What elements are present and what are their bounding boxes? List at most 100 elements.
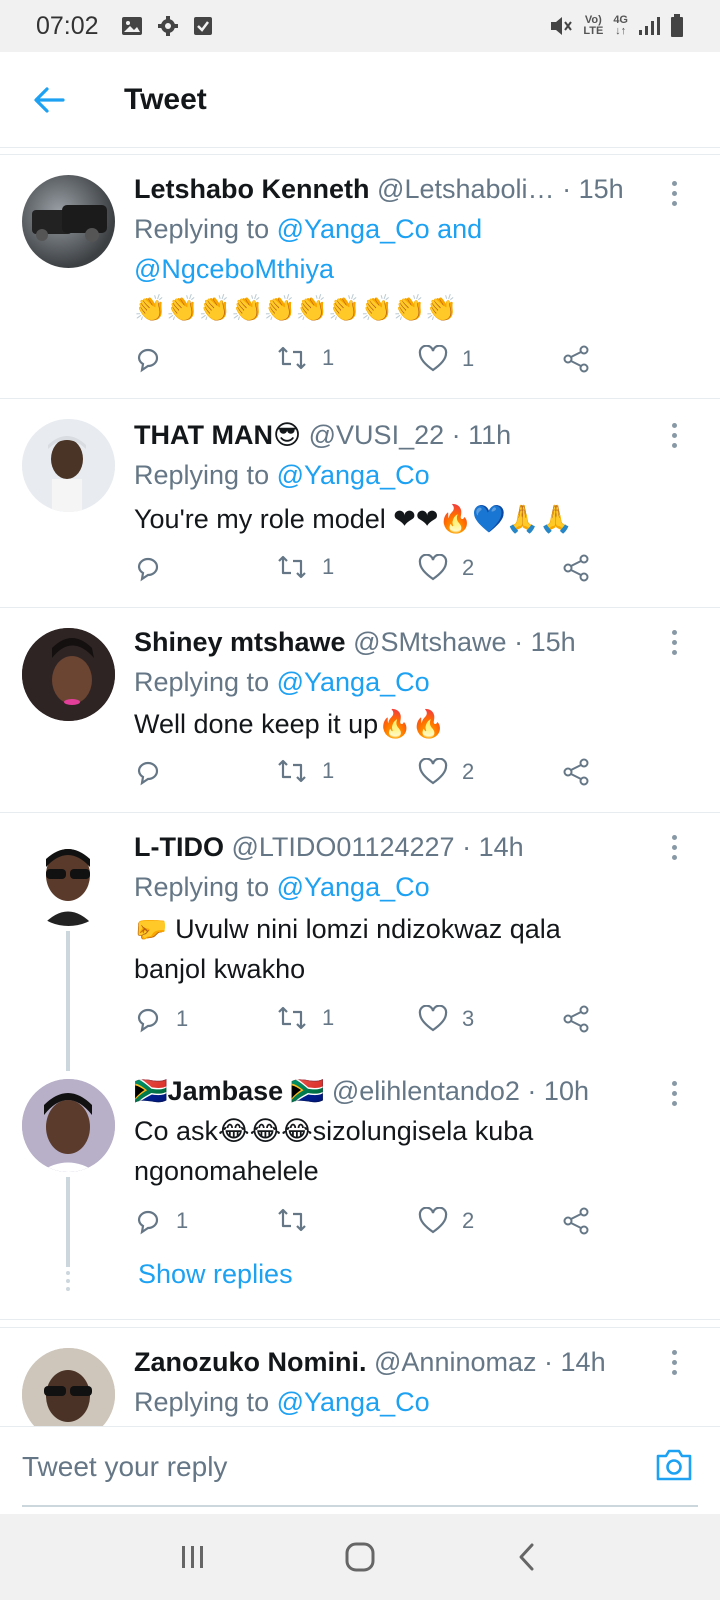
retweet-button[interactable] [276, 1207, 322, 1233]
share-icon [563, 554, 589, 582]
mention-link[interactable]: @Yanga_Co [277, 667, 430, 697]
tweet-text: 🤛 Uvulw nini lomzi ndizokwaz qala [134, 914, 561, 944]
mention-link[interactable]: @Yanga_Co [277, 460, 430, 490]
author-handle[interactable]: @Letshaboli… [377, 174, 555, 204]
reply-button[interactable] [134, 554, 176, 582]
retweet-count: 1 [322, 345, 335, 370]
camera-button[interactable] [654, 1447, 698, 1491]
like-icon [418, 554, 448, 581]
more-icon[interactable] [670, 1350, 678, 1375]
show-replies-link[interactable]: Show replies [138, 1259, 293, 1290]
tweet-text: banjol kwakho [134, 954, 306, 984]
author-handle[interactable]: @Anninomaz [374, 1347, 537, 1377]
author-name[interactable]: 🇿🇦Jambase 🇿🇦 [134, 1076, 324, 1106]
tweet-text: ngonomahelele [134, 1156, 319, 1186]
mute-icon [551, 17, 573, 35]
like-icon [418, 345, 448, 372]
more-icon[interactable] [670, 181, 678, 206]
like-button[interactable]: 2 [418, 554, 474, 582]
like-icon [418, 1005, 448, 1032]
tweet-item[interactable]: THAT MAN😎 @VUSI_22 · 11h Replying to @Ya… [0, 399, 720, 608]
author-handle[interactable]: @LTIDO01124227 [232, 832, 455, 862]
checkbox-notification-icon [193, 17, 212, 35]
back-nav-button[interactable] [497, 1527, 557, 1587]
avatar[interactable] [22, 1348, 115, 1426]
retweet-button[interactable]: 1 [276, 345, 334, 371]
gallery-icon [121, 17, 142, 35]
tweet-text: You're my role model ❤❤🔥💙🙏🙏 [134, 504, 574, 534]
tweet-text: 👏👏👏👏👏👏👏👏👏👏 [134, 294, 458, 324]
share-button[interactable] [562, 1207, 590, 1235]
more-icon[interactable] [670, 835, 678, 860]
share-button[interactable] [562, 554, 590, 582]
thread[interactable]: L-TIDO @LTIDO01124227 · 14h Replying to … [0, 813, 720, 1320]
back-nav-icon [519, 1543, 534, 1571]
tweet-item[interactable]: Shiney mtshawe @SMtshawe · 15h Replying … [0, 608, 720, 813]
replying-label: Replying to [134, 214, 270, 244]
avatar[interactable] [22, 419, 115, 512]
reply-composer[interactable]: Tweet your reply [0, 1426, 720, 1514]
tweet-item[interactable]: Zanozuko Nomini. @Anninomaz · 14h Replyi… [0, 1327, 720, 1426]
like-button[interactable]: 3 [418, 1005, 474, 1033]
author-name[interactable]: THAT MAN😎 [134, 420, 301, 450]
reply-icon [137, 1008, 159, 1033]
retweet-button[interactable]: 1 [276, 554, 334, 580]
reply-feed[interactable]: Letshabo Kenneth @Letshaboli… · 15h Repl… [0, 154, 720, 1426]
app-header: Tweet [0, 52, 720, 148]
retweet-button[interactable]: 1 [276, 758, 334, 784]
avatar[interactable] [22, 175, 115, 268]
reply-icon [137, 761, 159, 786]
replying-label: Replying to [134, 667, 270, 697]
settings-icon [157, 16, 178, 36]
replying-label: Replying to [134, 460, 270, 490]
back-button[interactable] [0, 52, 100, 148]
mention-link[interactable]: @Yanga_Co [277, 1387, 430, 1417]
avatar[interactable] [22, 833, 115, 926]
reply-button[interactable]: 1 [134, 1005, 188, 1033]
mention-link[interactable]: @Yanga_Co [277, 872, 430, 902]
tweet-item[interactable]: Letshabo Kenneth @Letshaboli… · 15h Repl… [0, 155, 720, 399]
more-icon[interactable] [670, 423, 678, 448]
tweet-item: 🇿🇦Jambase 🇿🇦 @elihlentando2 · 10h Co ask… [134, 1071, 660, 1191]
share-button[interactable] [562, 1005, 590, 1033]
more-icon[interactable] [670, 630, 678, 655]
tweet-time: 14h [560, 1347, 606, 1377]
like-button[interactable]: 2 [418, 758, 474, 786]
avatar[interactable] [22, 1079, 115, 1172]
share-button[interactable] [562, 345, 590, 373]
reply-button[interactable] [134, 345, 176, 373]
system-nav-bar [0, 1514, 720, 1600]
avatar[interactable] [22, 628, 115, 721]
retweet-icon [278, 759, 306, 783]
like-button[interactable]: 1 [418, 345, 474, 373]
recent-apps-button[interactable] [163, 1527, 223, 1587]
retweet-icon [278, 346, 306, 370]
author-name[interactable]: L-TIDO [134, 832, 224, 862]
share-icon [563, 1207, 589, 1235]
share-icon [563, 758, 589, 786]
author-name[interactable]: Shiney mtshawe [134, 627, 346, 657]
like-button[interactable]: 2 [418, 1207, 474, 1235]
tweet-text: Co ask😂😂😂sizolungisela kuba [134, 1116, 534, 1146]
reply-count: 1 [176, 1208, 189, 1233]
reply-button[interactable] [134, 758, 176, 786]
author-handle[interactable]: @VUSI_22 [309, 420, 444, 450]
reply-button[interactable]: 1 [134, 1207, 188, 1235]
mention-link[interactable]: @NgceboMthiya [134, 254, 334, 284]
author-name[interactable]: Zanozuko Nomini. [134, 1347, 367, 1377]
author-handle[interactable]: @elihlentando2 [332, 1076, 520, 1106]
page-title: Tweet [124, 82, 207, 116]
mention-link[interactable]: @Yanga_Co and [277, 214, 483, 244]
thread-dots [66, 1271, 70, 1291]
share-button[interactable] [562, 758, 590, 786]
retweet-button[interactable]: 1 [276, 1005, 334, 1031]
more-icon[interactable] [670, 1081, 678, 1106]
home-button[interactable] [330, 1527, 390, 1587]
retweet-count: 1 [322, 758, 335, 783]
author-name[interactable]: Letshabo Kenneth [134, 174, 370, 204]
author-handle[interactable]: @SMtshawe [353, 627, 506, 657]
reply-input[interactable]: Tweet your reply [22, 1451, 227, 1483]
tweet-actions: 1 2 [134, 1207, 604, 1247]
tweet-text: Well done keep it up🔥🔥 [134, 709, 446, 739]
like-count: 3 [462, 1006, 475, 1031]
